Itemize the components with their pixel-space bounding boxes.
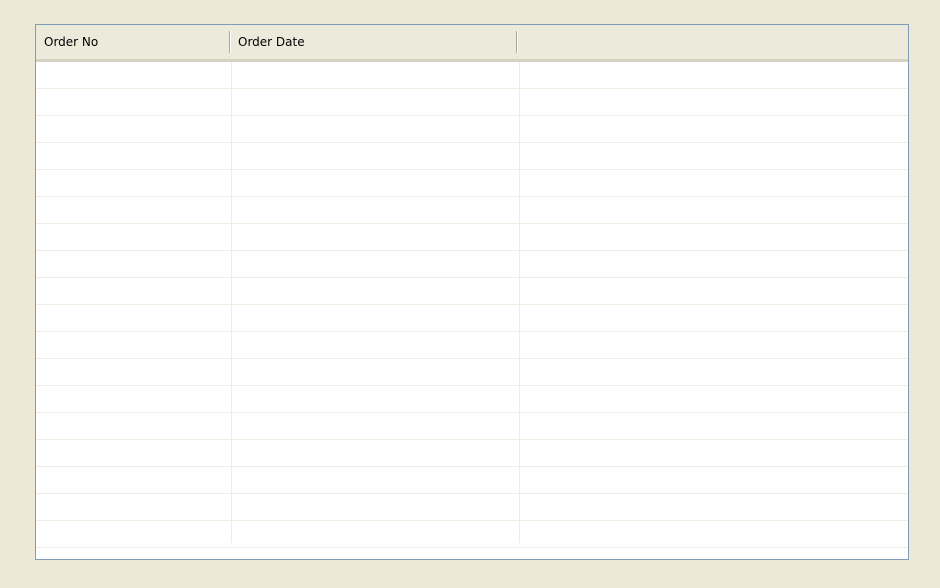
table-row[interactable] <box>36 116 908 143</box>
column-header-order-no[interactable]: Order No <box>44 25 230 59</box>
table-row[interactable] <box>36 386 908 413</box>
column-header-order-date[interactable]: Order Date <box>230 25 518 59</box>
table-row[interactable] <box>36 278 908 305</box>
orders-listview[interactable]: Order No Order Date <box>35 24 909 560</box>
table-row[interactable] <box>36 224 908 251</box>
column-header-empty[interactable] <box>518 25 908 59</box>
list-body[interactable] <box>36 62 908 556</box>
table-row[interactable] <box>36 467 908 494</box>
table-row[interactable] <box>36 89 908 116</box>
table-row[interactable] <box>36 305 908 332</box>
table-row[interactable] <box>36 197 908 224</box>
table-row[interactable] <box>36 521 908 548</box>
table-row[interactable] <box>36 170 908 197</box>
table-row[interactable] <box>36 440 908 467</box>
column-gridline <box>231 62 232 543</box>
table-row[interactable] <box>36 332 908 359</box>
list-header: Order No Order Date <box>36 25 908 62</box>
column-gridline <box>519 62 520 543</box>
table-row[interactable] <box>36 494 908 521</box>
table-row[interactable] <box>36 143 908 170</box>
table-row[interactable] <box>36 62 908 89</box>
table-row[interactable] <box>36 359 908 386</box>
table-row[interactable] <box>36 251 908 278</box>
table-row[interactable] <box>36 413 908 440</box>
